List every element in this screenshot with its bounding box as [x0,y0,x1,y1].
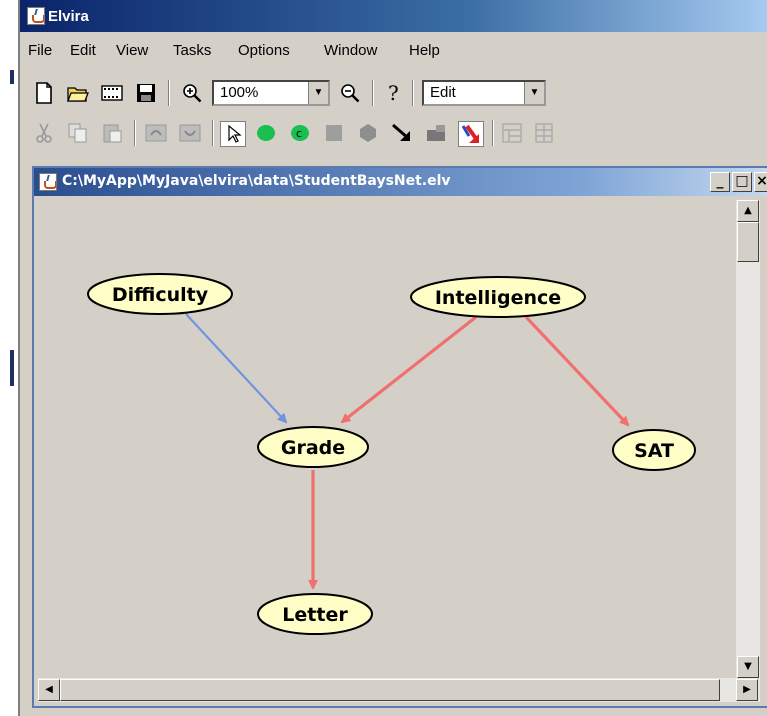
film-icon[interactable] [100,81,124,105]
close-button[interactable]: × [754,172,767,192]
scroll-up-button[interactable]: ▲ [737,200,759,222]
edge-intelligence-grade[interactable] [340,315,477,424]
vertical-scroll-thumb[interactable] [737,222,759,262]
zoom-in-icon[interactable] [180,81,204,105]
hexagon-icon[interactable] [356,121,380,145]
help-icon[interactable]: ? [382,81,406,105]
edge-intelligence-sat[interactable] [524,315,630,427]
mode-combo[interactable]: Edit ▼ [422,80,546,106]
zoom-value: 100% [220,84,259,101]
strip-mark [10,350,14,386]
main-toolbar: 100% ▼ ? Edit ▼ [20,76,767,110]
toolbar-separator [134,120,136,146]
edge-difficulty-grade[interactable] [185,313,288,424]
svg-text:?: ? [388,81,399,105]
menu-bar: File Edit View Tasks Options Window Help [20,38,767,64]
menu-window[interactable]: Window [324,42,377,59]
undo-icon[interactable] [144,121,168,145]
svg-text:c: c [296,127,302,140]
network-canvas[interactable]: Difficulty Intelligence Grade SAT Letter [38,200,736,678]
horizontal-scroll-thumb[interactable] [60,679,720,701]
toolbar-separator [492,120,494,146]
node-icon[interactable] [254,121,278,145]
select-arrow-icon[interactable] [220,121,246,147]
scroll-down-button[interactable]: ▼ [737,656,759,678]
node-difficulty[interactable]: Difficulty [87,273,233,315]
java-app-icon [27,7,45,25]
document-window: C:\MyApp\MyJava\elvira\data\StudentBaysN… [32,166,767,708]
node-label: Intelligence [435,287,561,309]
menu-help[interactable]: Help [409,42,440,59]
tree-icon[interactable] [500,121,524,145]
black-block-icon[interactable] [424,121,448,145]
strip-mark [10,70,14,84]
link-arrow-icon[interactable] [390,121,414,145]
mode-value: Edit [430,84,456,101]
node-letter[interactable]: Letter [257,593,373,635]
scroll-right-button[interactable]: ▶ [736,679,758,701]
node-grade[interactable]: Grade [257,426,369,468]
red-link-icon[interactable] [458,121,484,147]
zoom-out-icon[interactable] [338,81,362,105]
edit-toolbar: c [20,116,767,150]
document-title-bar: C:\MyApp\MyJava\elvira\data\StudentBaysN… [34,168,767,196]
document-title: C:\MyApp\MyJava\elvira\data\StudentBaysN… [62,173,451,189]
minimize-button[interactable]: _ [710,172,730,192]
node-intelligence[interactable]: Intelligence [410,276,586,318]
node-label: Letter [282,604,348,626]
save-icon[interactable] [134,81,158,105]
toolbar-separator [372,80,374,106]
scroll-left-button[interactable]: ◀ [38,679,60,701]
zoom-combo[interactable]: 100% ▼ [212,80,330,106]
node-label: SAT [634,440,674,462]
new-file-icon[interactable] [32,81,56,105]
app-title-bar: Elvira [20,0,767,32]
node-label: Difficulty [112,284,209,306]
menu-edit[interactable]: Edit [70,42,96,59]
background-window-strip [0,0,18,716]
toolbar-separator [168,80,170,106]
paste-icon[interactable] [100,121,124,145]
app-title: Elvira [48,8,89,25]
grid-icon[interactable] [532,121,556,145]
node-sat[interactable]: SAT [612,429,696,471]
java-doc-icon [39,173,57,191]
toolbar-separator [212,120,214,146]
node-label: Grade [281,437,345,459]
horizontal-scrollbar[interactable]: ◀ ▶ [38,678,760,702]
vertical-scrollbar[interactable]: ▲ ▼ [736,200,760,678]
menu-view[interactable]: View [116,42,148,59]
maximize-button[interactable]: □ [732,172,752,192]
network-graph: Difficulty Intelligence Grade SAT Letter [87,273,696,635]
cut-icon[interactable] [32,121,56,145]
toolbar-separator [412,80,414,106]
gray-node-icon[interactable] [322,121,346,145]
redo-icon[interactable] [178,121,202,145]
copy-icon[interactable] [66,121,90,145]
elvira-main-window: Elvira File Edit View Tasks Options Wind… [18,0,767,716]
menu-options[interactable]: Options [238,42,290,59]
node-c-icon[interactable]: c [288,121,312,145]
chevron-down-icon[interactable]: ▼ [308,82,328,104]
chevron-down-icon[interactable]: ▼ [524,82,544,104]
open-folder-icon[interactable] [66,81,90,105]
menu-file[interactable]: File [28,42,52,59]
menu-tasks[interactable]: Tasks [173,42,211,59]
